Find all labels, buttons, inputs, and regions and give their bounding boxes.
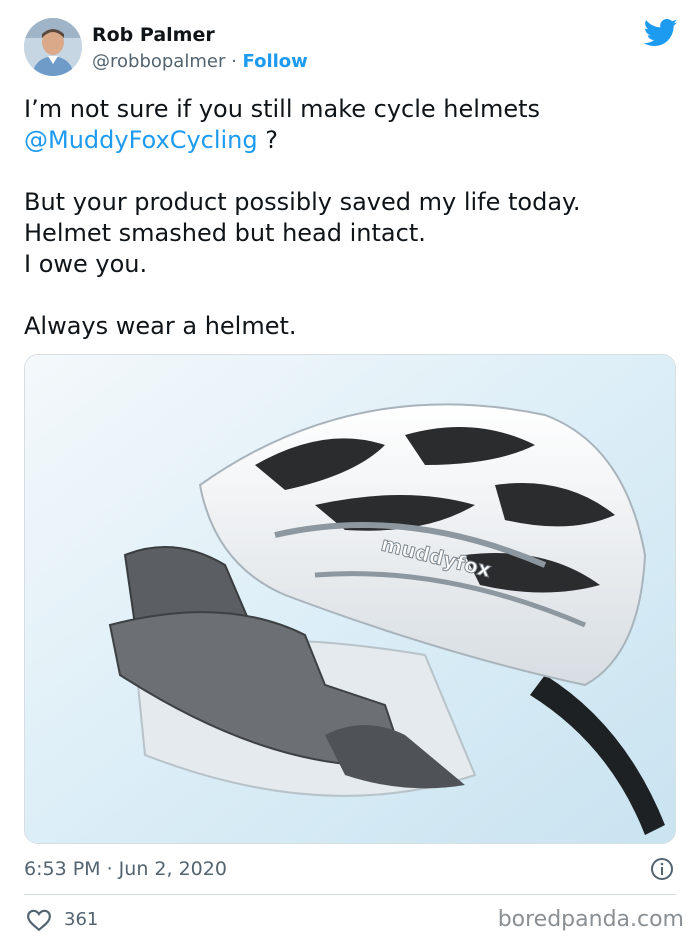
- tweet-line-5: I owe you.: [24, 250, 148, 278]
- info-icon[interactable]: [650, 857, 674, 881]
- author-handle[interactable]: @robbopalmer: [92, 51, 225, 72]
- avatar-image: [24, 18, 82, 76]
- tweet-line-4: Helmet smashed but head intact.: [24, 219, 426, 247]
- author-name[interactable]: Rob Palmer: [92, 24, 215, 46]
- mention-link[interactable]: @MuddyFoxCycling: [24, 126, 258, 154]
- author-handle-row: @robbopalmer · Follow: [92, 51, 308, 73]
- smashed-helmet-photo: muddyfox: [25, 355, 675, 843]
- tweet-text: I’m not sure if you still make cycle hel…: [24, 94, 664, 342]
- tweet-line-7: Always wear a helmet.: [24, 312, 297, 340]
- avatar[interactable]: [24, 18, 82, 76]
- follow-button[interactable]: Follow: [243, 51, 308, 72]
- mention-suffix: ?: [257, 126, 278, 154]
- divider: [24, 894, 676, 895]
- like-count: 361: [64, 909, 99, 930]
- handle-separator: ·: [225, 51, 243, 72]
- tweet-line-2: @MuddyFoxCycling ?: [24, 125, 664, 156]
- twitter-bird-icon[interactable]: [644, 18, 678, 48]
- heart-icon[interactable]: [26, 908, 52, 932]
- tweet-line-1: I’m not sure if you still make cycle hel…: [24, 95, 540, 123]
- tweet-line-3: But your product possibly saved my life …: [24, 188, 581, 216]
- watermark: boredpanda.com: [497, 907, 684, 932]
- tweet-timestamp[interactable]: 6:53 PM · Jun 2, 2020: [24, 857, 227, 881]
- tweet-photo[interactable]: muddyfox: [24, 354, 676, 844]
